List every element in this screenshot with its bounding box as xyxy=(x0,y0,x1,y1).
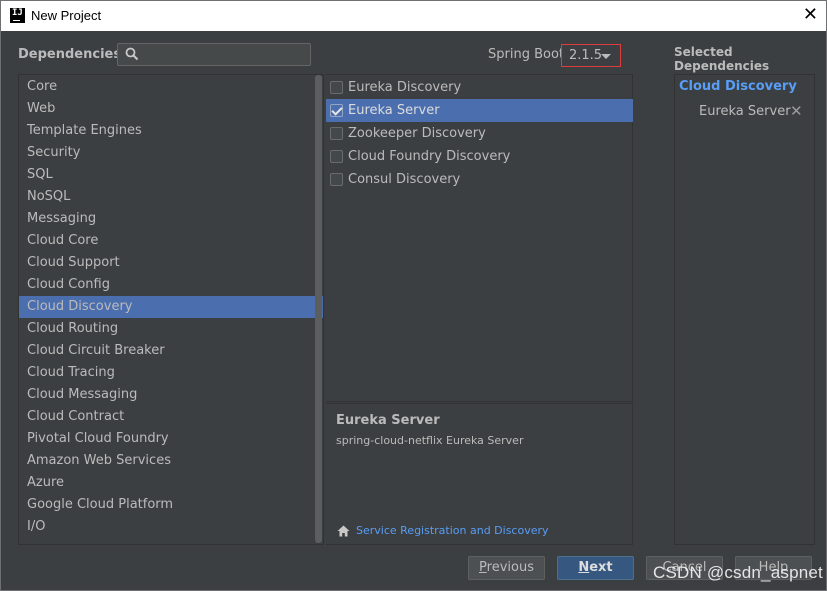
category-item[interactable]: I/O xyxy=(19,516,323,538)
window-title: New Project xyxy=(31,8,102,23)
dependency-item[interactable]: Consul Discovery xyxy=(326,168,633,191)
previous-label: revious xyxy=(486,560,534,575)
category-item[interactable]: Security xyxy=(19,142,323,164)
dependency-item[interactable]: Zookeeper Discovery xyxy=(326,122,633,145)
previous-mnemonic: P xyxy=(479,560,487,575)
dependency-description-panel: Eureka Server spring-cloud-netflix Eurek… xyxy=(326,403,633,545)
category-item[interactable]: Cloud Messaging xyxy=(19,384,323,406)
dependency-checkbox[interactable] xyxy=(330,173,343,186)
category-item[interactable]: Cloud Support xyxy=(19,252,323,274)
dependencies-label: Dependencies xyxy=(18,47,122,62)
next-label: ext xyxy=(589,560,613,575)
close-icon[interactable]: ✕ xyxy=(803,6,818,24)
category-item[interactable]: Cloud Core xyxy=(19,230,323,252)
selected-dependencies-panel: Cloud Discovery Eureka Server ✕ xyxy=(674,74,815,545)
category-item[interactable]: Cloud Routing xyxy=(19,318,323,340)
title-bar: IJ New Project ✕ xyxy=(1,1,826,31)
description-text: spring-cloud-netflix Eureka Server xyxy=(336,434,524,447)
next-button[interactable]: Next xyxy=(557,556,634,580)
category-item[interactable]: Template Engines xyxy=(19,120,323,142)
category-list[interactable]: Core Web Template Engines Security SQL NoSQL M… xyxy=(18,74,324,545)
previous-button[interactable]: Previous xyxy=(468,556,545,580)
category-item[interactable]: Amazon Web Services xyxy=(19,450,323,472)
category-item[interactable]: NoSQL xyxy=(19,186,323,208)
category-item[interactable]: Pivotal Cloud Foundry xyxy=(19,428,323,450)
dependency-item[interactable]: Eureka Discovery xyxy=(326,76,633,99)
spring-boot-version-select[interactable]: 2.1.5 xyxy=(561,44,621,67)
home-icon xyxy=(337,525,350,537)
chevron-down-icon xyxy=(601,54,611,59)
category-item[interactable]: SQL xyxy=(19,164,323,186)
dependency-item[interactable]: Cloud Foundry Discovery xyxy=(326,145,633,168)
category-item[interactable]: Core xyxy=(19,76,323,98)
dependency-label: Cloud Foundry Discovery xyxy=(348,149,511,164)
selected-dependencies-label: Selected Dependencies xyxy=(674,45,770,73)
dependency-label: Zookeeper Discovery xyxy=(348,126,486,141)
remove-dependency-icon[interactable]: ✕ xyxy=(790,102,803,120)
category-item[interactable]: Messaging xyxy=(19,208,323,230)
search-input[interactable] xyxy=(117,43,311,66)
dependency-checkbox[interactable] xyxy=(330,150,343,163)
description-title: Eureka Server xyxy=(336,413,440,428)
dependency-checkbox[interactable] xyxy=(330,127,343,140)
dependency-label: Eureka Discovery xyxy=(348,80,462,95)
category-item[interactable]: Cloud Tracing xyxy=(19,362,323,384)
category-item[interactable]: Cloud Contract xyxy=(19,406,323,428)
next-mnemonic: N xyxy=(578,560,590,575)
dependency-checkbox[interactable] xyxy=(330,81,343,94)
checkmark-icon xyxy=(331,104,343,116)
watermark: CSDN @csdn_aspnet xyxy=(653,563,823,582)
intellij-app-icon: IJ xyxy=(10,8,25,23)
category-item[interactable]: Google Cloud Platform xyxy=(19,494,323,516)
dependency-list: Eureka Discovery Eureka Server Zookeeper D… xyxy=(326,74,633,402)
category-item[interactable]: Web xyxy=(19,98,323,120)
dependency-item[interactable]: Eureka Server xyxy=(326,99,633,122)
category-item[interactable]: Cloud Circuit Breaker xyxy=(19,340,323,362)
category-item[interactable]: Cloud Config xyxy=(19,274,323,296)
selected-dependency-item: Eureka Server xyxy=(699,104,791,119)
dependency-checkbox[interactable] xyxy=(330,104,343,117)
spring-boot-version-value: 2.1.5 xyxy=(569,48,603,63)
search-icon xyxy=(125,47,139,61)
selected-group-title: Cloud Discovery xyxy=(679,79,797,94)
spring-boot-label: Spring Boot xyxy=(488,47,565,62)
dependency-label: Eureka Server xyxy=(348,103,440,118)
new-project-dialog: IJ New Project ✕ Dependencies Spring Boo… xyxy=(0,0,827,591)
category-item[interactable]: Cloud Discovery xyxy=(19,296,323,318)
category-list-scrollbar[interactable] xyxy=(315,75,322,543)
dependency-label: Consul Discovery xyxy=(348,172,461,187)
guide-link[interactable]: Service Registration and Discovery xyxy=(356,524,549,537)
category-item[interactable]: Azure xyxy=(19,472,323,494)
